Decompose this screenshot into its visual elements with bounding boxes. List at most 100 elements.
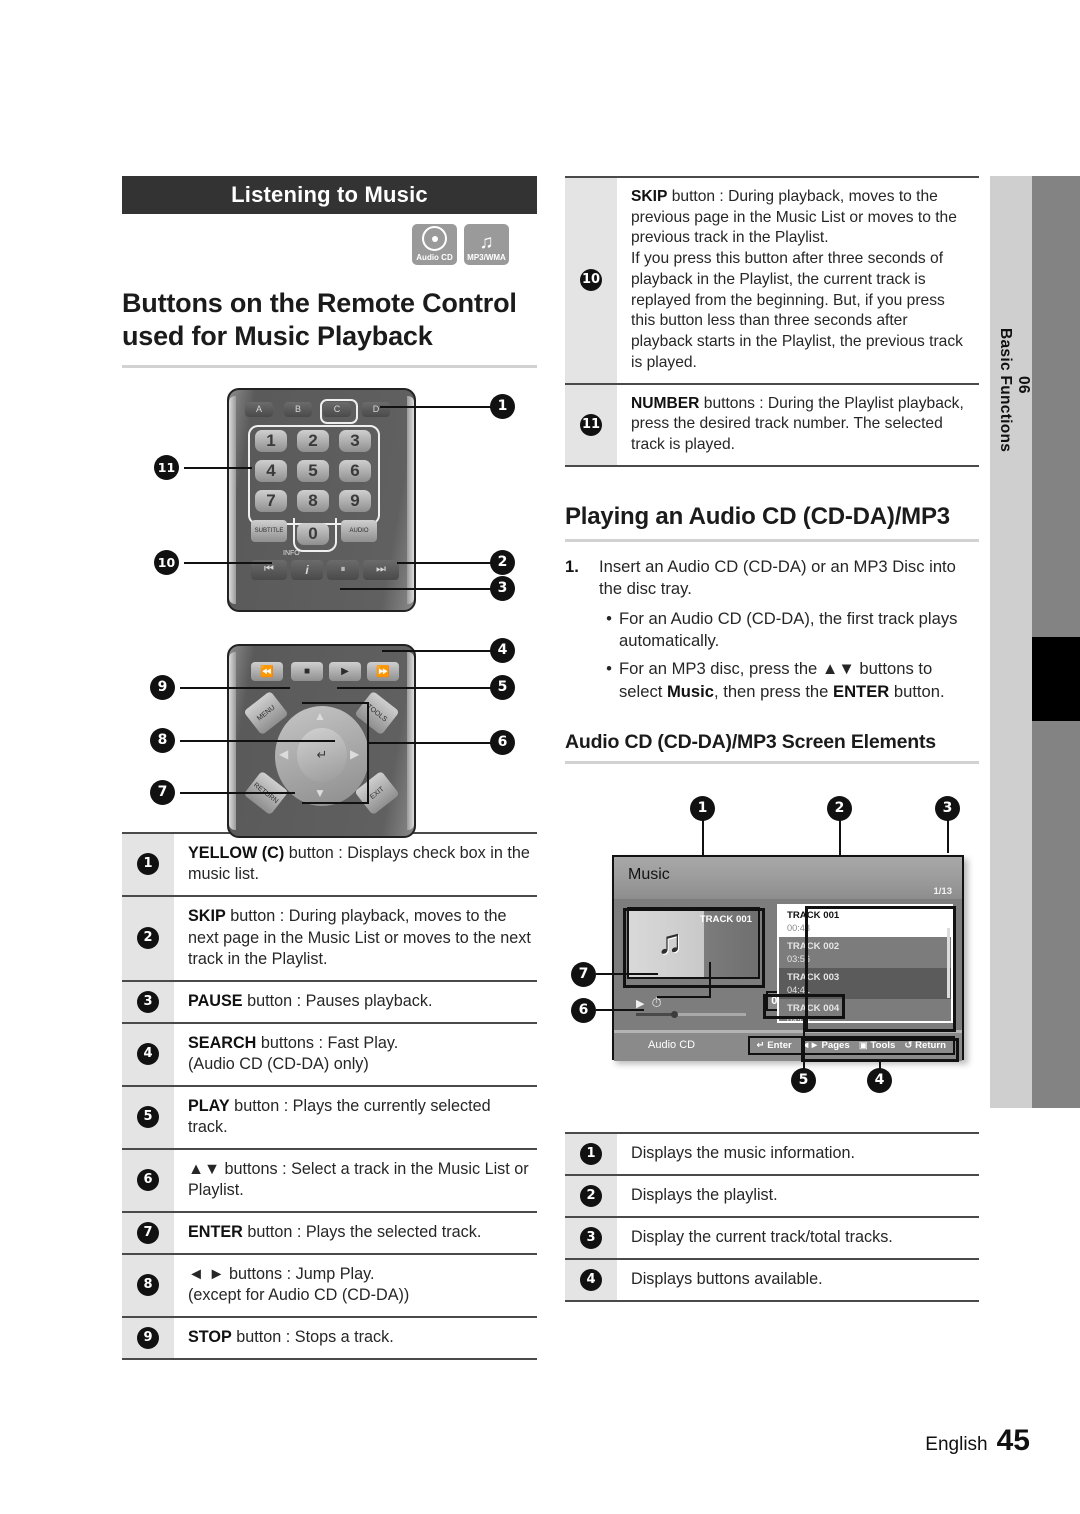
footer-page-number: 45 (996, 1424, 1030, 1457)
info-button: i (291, 559, 323, 580)
subtitle-button: SUBTITLE (251, 519, 287, 542)
music-callout-marker-4: 4 (867, 1068, 892, 1094)
leader-6-vert (367, 701, 369, 804)
row-keyword: PAUSE (188, 991, 243, 1010)
color-button-d: D (362, 401, 390, 417)
callout-marker-2: 2 (490, 549, 515, 575)
music-callout-marker-5: 5 (791, 1068, 816, 1094)
row-keyword: STOP (188, 1328, 232, 1347)
playing-section-title: Playing an Audio CD (CD-DA)/MP3 (565, 502, 950, 530)
callout-marker-7: 7 (150, 779, 175, 805)
highlight-box-4-keys (801, 1038, 959, 1063)
search-forward-button: ⏩ (367, 661, 399, 681)
remote-control-figure: A B C D 1 2 3 4 5 6 7 8 9 0 SUBTITLE AUD… (122, 382, 537, 838)
playing-steps: 1. Insert an Audio CD (CD-DA) or an MP3 … (565, 556, 979, 703)
callout-marker-6: 6 (490, 729, 515, 755)
number-button-8: 8 (297, 489, 329, 512)
manual-page: 06 Basic Functions Listening to Music Au… (0, 0, 1080, 1514)
music-note-icon: ♫ (479, 232, 494, 253)
remote-upper-body: A B C D 1 2 3 4 5 6 7 8 9 0 SUBTITLE AUD… (227, 387, 416, 612)
leader-2 (397, 561, 495, 564)
step-item: 1. Insert an Audio CD (CD-DA) or an MP3 … (565, 556, 979, 703)
bullet-bold-music: Music (666, 681, 714, 701)
row-text: button : Plays the selected track. (242, 1223, 482, 1242)
number-button-6: 6 (339, 459, 371, 482)
row-text: Displays the playlist. (617, 1174, 979, 1218)
row-number: 3 (580, 1227, 602, 1250)
callout-marker-10: 10 (154, 549, 179, 575)
color-button-a: A (245, 401, 273, 417)
callout-marker-4: 4 (490, 637, 515, 663)
progress-bar[interactable] (636, 1011, 746, 1019)
row-keyword: ENTER (188, 1223, 243, 1242)
color-button-b: B (284, 401, 312, 417)
leader-6-top (302, 701, 369, 704)
bullet-bold-enter: ENTER (833, 681, 890, 701)
page-indicator: 1/13 (933, 886, 953, 898)
table-row: 3 Display the current track/total tracks… (565, 1216, 979, 1260)
row-keyword: SEARCH (188, 1033, 257, 1052)
table-row: 1 Displays the music information. (565, 1132, 979, 1176)
callout-marker-5: 5 (490, 674, 515, 700)
row-number: 4 (137, 1043, 159, 1066)
table-row: 2 SKIP button : During playback, moves t… (122, 894, 537, 981)
right-arrow-icon: ▶ (350, 746, 360, 761)
row-text: button : Stops a track. (231, 1328, 394, 1347)
bullet-text-composed: For an MP3 disc, press the ▲▼ buttons to… (619, 658, 979, 703)
badge-audio-cd-label: Audio CD (416, 253, 453, 262)
remote-left-highlight (229, 395, 236, 604)
remote-right-highlight (407, 395, 414, 604)
music-callout-marker-7: 7 (571, 962, 596, 988)
key-hint-enter[interactable]: ↵ Enter (757, 1040, 792, 1051)
remote-button-table-continued: 10 SKIP button : During playback, moves … (565, 176, 979, 467)
row-keyword: SKIP (631, 188, 668, 205)
playing-section-rule (565, 538, 979, 542)
skip-forward-button: ⏭ (363, 559, 399, 580)
leader-m3 (947, 818, 949, 854)
chapter-tab-label: 06 Basic Functions (990, 190, 1032, 590)
stop-button: ■ (291, 661, 323, 681)
callout-marker-3: 3 (490, 575, 515, 601)
bullet-mid: , then press the (714, 681, 833, 701)
up-arrow-icon: ▲ (314, 708, 326, 723)
table-row: 4 Displays buttons available. (565, 1258, 979, 1303)
badge-audio-cd: Audio CD (412, 224, 457, 265)
enter-button: ↵ (297, 727, 347, 782)
row-keyword: ◄ ► (188, 1264, 225, 1283)
highlight-ring-c-button (320, 398, 358, 424)
leader-m7-vert (709, 962, 711, 998)
right-column: 10 SKIP button : During playback, moves … (565, 176, 979, 1303)
play-button: ▶ (329, 661, 361, 681)
table-row: 11 NUMBER buttons : During the Playlist … (565, 382, 979, 467)
zero-key-outline (293, 517, 337, 552)
leader-m6 (596, 1009, 644, 1012)
enter-icon: ↵ (756, 1040, 765, 1052)
row-text: Displays the music information. (617, 1132, 979, 1176)
row-keyword: PLAY (188, 1096, 230, 1115)
left-column: Listening to Music Audio CD ♫ MP3/WMA Bu… (122, 176, 537, 1360)
row-keyword: NUMBER (631, 394, 700, 412)
step-marker: 1. (565, 556, 579, 576)
page-title: Buttons on the Remote Control used for M… (122, 288, 517, 351)
leader-3 (340, 587, 495, 590)
pause-button: ⏸ (327, 559, 359, 580)
chapter-number: 06 (1015, 376, 1032, 394)
search-backward-button: ⏪ (251, 661, 283, 681)
number-button-1: 1 (255, 429, 287, 452)
screen-elements-rule (565, 761, 979, 765)
table-row: 3 PAUSE button : Pauses playback. (122, 979, 537, 1023)
leader-9 (180, 686, 290, 689)
callout-marker-11: 11 (154, 454, 179, 480)
row-number: 2 (580, 1185, 602, 1208)
left-arrow-icon: ◀ (279, 746, 289, 761)
playback-controls: ▶ ⏱ (636, 995, 751, 1019)
leader-11 (184, 466, 252, 469)
row-number: 2 (137, 927, 159, 950)
table-row: 9 STOP button : Stops a track. (122, 1315, 537, 1360)
chapter-title: Basic Functions (997, 327, 1014, 453)
table-row: 4 SEARCH buttons : Fast Play. (Audio CD … (122, 1021, 537, 1086)
number-button-2: 2 (297, 429, 329, 452)
leader-8 (180, 739, 335, 742)
table-row: 6 ▲▼ buttons : Select a track in the Mus… (122, 1147, 537, 1212)
music-screen-header: Music 1/13 (614, 857, 962, 900)
